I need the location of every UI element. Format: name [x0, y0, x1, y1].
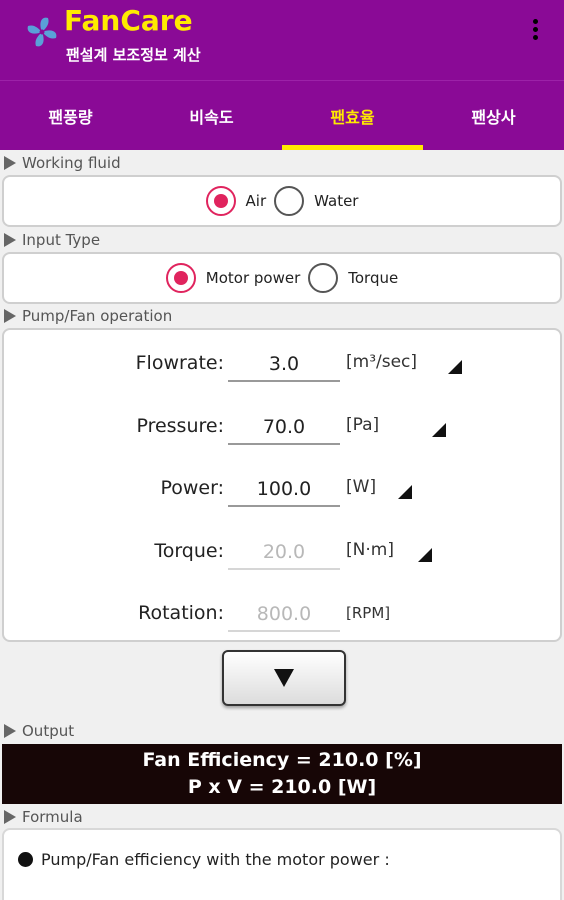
- output-panel: Fan Efficiency = 210.0 [%] P x V = 210.0…: [2, 744, 562, 804]
- radio-torque[interactable]: Torque: [308, 263, 398, 293]
- section-arrow-icon: [4, 724, 16, 738]
- tab-fan-similarity[interactable]: 팬상사: [423, 81, 564, 150]
- flowrate-row: Flowrate: [m³/sec]: [4, 342, 564, 386]
- power-unit[interactable]: [W]: [346, 477, 376, 497]
- tab-bar: 팬풍량 비속도 팬효율 팬상사: [0, 80, 564, 150]
- more-options-icon[interactable]: [528, 16, 542, 48]
- operation-label: Pump/Fan operation: [22, 307, 173, 325]
- rotation-input: [228, 598, 340, 632]
- flowrate-input[interactable]: [228, 348, 340, 382]
- flowrate-label: Flowrate:: [135, 352, 224, 374]
- fan-logo-icon: [27, 17, 57, 47]
- input-type-section-label: Input Type: [4, 231, 100, 249]
- formula-card: Pump/Fan efficiency with the motor power…: [2, 828, 562, 900]
- radio-checked-icon: [165, 263, 196, 293]
- section-arrow-icon: [4, 309, 16, 323]
- calculate-button[interactable]: [222, 650, 346, 706]
- operation-card: Flowrate: [m³/sec] Pressure: [Pa] Power:…: [2, 328, 562, 642]
- power-label: Power:: [160, 477, 224, 499]
- rotation-unit: [RPM]: [346, 604, 391, 622]
- radio-water-label: Water: [314, 192, 359, 210]
- radio-checked-icon: [205, 186, 236, 216]
- formula-text: Pump/Fan efficiency with the motor power…: [41, 850, 390, 869]
- working-fluid-card: Air Water: [2, 175, 562, 227]
- rotation-row: Rotation: [RPM]: [4, 592, 564, 636]
- formula-section-label: Formula: [4, 808, 83, 826]
- torque-label: Torque:: [154, 540, 224, 562]
- pressure-unit-dropdown-icon[interactable]: [432, 423, 446, 437]
- section-arrow-icon: [4, 156, 16, 170]
- input-type-card: Motor power Torque: [2, 252, 562, 304]
- radio-motor-power[interactable]: Motor power: [165, 263, 301, 293]
- radio-air[interactable]: Air: [205, 186, 267, 216]
- pressure-row: Pressure: [Pa]: [4, 405, 564, 449]
- section-arrow-icon: [4, 810, 16, 824]
- input-type-label: Input Type: [22, 231, 101, 249]
- app-bar: FanCare 팬설계 보조정보 계산: [0, 0, 564, 80]
- pressure-label: Pressure:: [136, 415, 224, 437]
- radio-unchecked-icon: [308, 263, 339, 293]
- rotation-label: Rotation:: [138, 602, 224, 624]
- tab-specific-speed[interactable]: 비속도: [141, 81, 282, 150]
- radio-unchecked-icon: [274, 186, 305, 216]
- working-fluid-section-label: Working fluid: [4, 154, 121, 172]
- output-label: Output: [22, 722, 75, 740]
- radio-torque-label: Torque: [348, 269, 399, 287]
- radio-air-label: Air: [245, 192, 267, 210]
- power-input[interactable]: [228, 473, 340, 507]
- flowrate-unit-dropdown-icon[interactable]: [448, 360, 462, 374]
- radio-motor-power-label: Motor power: [205, 269, 301, 287]
- pressure-input[interactable]: [228, 411, 340, 445]
- fan-efficiency-result: Fan Efficiency = 210.0 [%]: [142, 749, 422, 771]
- torque-input: [228, 536, 340, 570]
- radio-water[interactable]: Water: [274, 186, 358, 216]
- tab-fan-flow[interactable]: 팬풍량: [0, 81, 141, 150]
- pressure-unit[interactable]: [Pa]: [346, 415, 379, 435]
- formula-line: Pump/Fan efficiency with the motor power…: [18, 850, 390, 869]
- tab-fan-efficiency[interactable]: 팬효율: [282, 81, 423, 150]
- operation-section-label: Pump/Fan operation: [4, 307, 172, 325]
- section-arrow-icon: [4, 233, 16, 247]
- bullet-icon: [18, 852, 33, 867]
- output-section-label: Output: [4, 722, 74, 740]
- app-title: FanCare: [64, 4, 193, 37]
- app-subtitle: 팬설계 보조정보 계산: [66, 46, 201, 64]
- power-row: Power: [W]: [4, 467, 564, 511]
- formula-label: Formula: [22, 808, 83, 826]
- torque-unit-dropdown-icon[interactable]: [418, 548, 432, 562]
- arrow-down-icon: [274, 669, 294, 687]
- power-unit-dropdown-icon[interactable]: [398, 485, 412, 499]
- torque-unit[interactable]: [N·m]: [346, 540, 394, 560]
- torque-row: Torque: [N·m]: [4, 530, 564, 574]
- pxv-result: P x V = 210.0 [W]: [187, 776, 377, 798]
- flowrate-unit[interactable]: [m³/sec]: [346, 352, 417, 372]
- working-fluid-label: Working fluid: [22, 154, 121, 172]
